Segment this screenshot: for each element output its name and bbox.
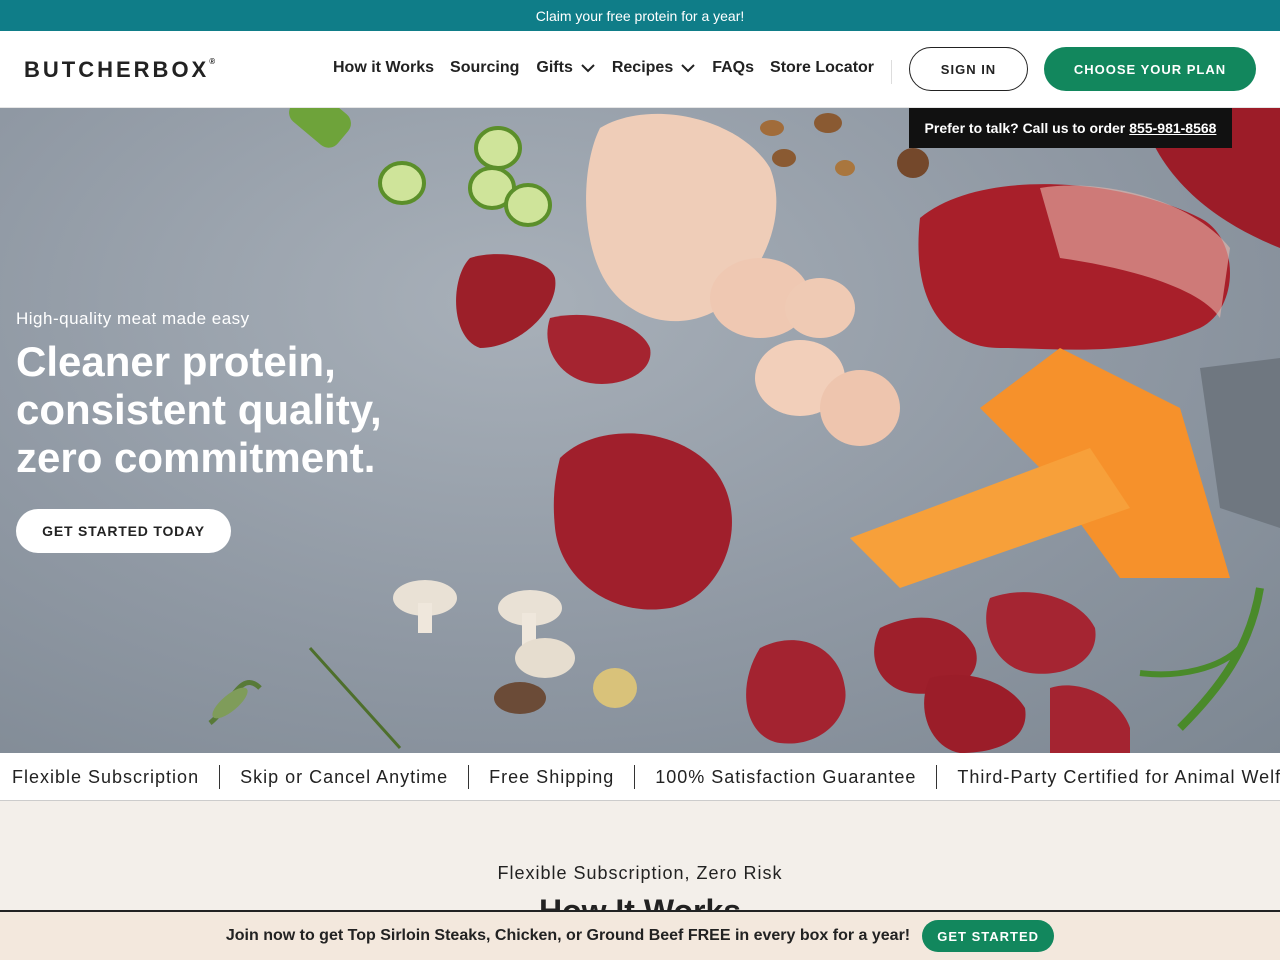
choose-plan-button[interactable]: CHOOSE YOUR PLAN (1044, 47, 1256, 91)
nav-label: Sourcing (450, 59, 520, 76)
nav-label: Recipes (611, 59, 674, 76)
nav-recipes[interactable]: Recipes (612, 59, 695, 77)
salmon-fillet-image (850, 348, 1280, 588)
nav-how-it-works[interactable]: How it Works (333, 59, 434, 77)
benefits-strip: Flexible Subscription Skip or Cancel Any… (0, 753, 1280, 801)
hero-headline-line: consistent quality, (16, 386, 382, 433)
zucchini-slices-image (289, 108, 552, 227)
phone-number-link[interactable]: 855-981-8568 (1129, 120, 1216, 136)
butcherbox-logo[interactable]: BUTCHERBOX® (24, 57, 215, 83)
promo-text[interactable]: Claim your free protein for a year! (536, 8, 745, 24)
chevron-down-icon (581, 64, 595, 73)
benefit-item: 100% Satisfaction Guarantee (635, 764, 938, 789)
get-started-today-button[interactable]: GET STARTED TODAY (16, 509, 231, 553)
nav-label: How it Works (333, 59, 435, 76)
mushrooms-image (393, 580, 637, 714)
sign-in-button[interactable]: SIGN IN (909, 47, 1028, 91)
how-it-works-eyebrow: Flexible Subscription, Zero Risk (497, 863, 783, 883)
nav-gifts[interactable]: Gifts (536, 59, 595, 77)
sticky-offer-bar: Join now to get Top Sirloin Steaks, Chic… (0, 910, 1280, 960)
sticky-get-started-button[interactable]: GET STARTED (922, 920, 1055, 952)
main-nav: How it Works Sourcing Gifts Recipes FAQs… (333, 56, 874, 80)
nav-label: FAQs (712, 59, 755, 76)
nav-label: Gifts (536, 59, 573, 76)
nav-divider (891, 60, 892, 84)
nav-faqs[interactable]: FAQs (712, 59, 754, 77)
benefit-item: Flexible Subscription (0, 764, 221, 789)
hero-headline: Cleaner protein, consistent quality, zer… (16, 338, 436, 482)
nav-sourcing[interactable]: Sourcing (450, 59, 519, 77)
hero-section: High-quality meat made easy Cleaner prot… (0, 108, 1280, 753)
hero-eyebrow: High-quality meat made easy (16, 309, 250, 328)
logo-text: BUTCHERBOX (24, 57, 210, 82)
site-header: BUTCHERBOX® How it Works Sourcing Gifts … (0, 31, 1280, 108)
nuts-image (760, 113, 929, 178)
nav-label: Store Locator (770, 59, 875, 76)
nav-store-locator[interactable]: Store Locator (770, 59, 874, 77)
phone-order-callout: Prefer to talk? Call us to order 855-981… (909, 108, 1232, 148)
sticky-offer-text: Join now to get Top Sirloin Steaks, Chic… (225, 927, 911, 944)
benefit-item: Skip or Cancel Anytime (220, 764, 470, 789)
hero-headline-line: Cleaner protein, (16, 338, 336, 385)
hero-headline-line: zero commitment. (16, 434, 376, 481)
benefit-item: Free Shipping (469, 764, 636, 789)
trademark-symbol: ® (209, 57, 216, 66)
chevron-down-icon (681, 64, 695, 73)
how-it-works-section: Flexible Subscription, Zero Risk How It … (0, 801, 1280, 929)
promo-banner[interactable]: Claim your free protein for a year! (0, 0, 1280, 31)
phone-text: Prefer to talk? Call us to order (924, 120, 1126, 136)
benefit-item: Third-Party Certified for Animal Welfa (957, 766, 1280, 787)
